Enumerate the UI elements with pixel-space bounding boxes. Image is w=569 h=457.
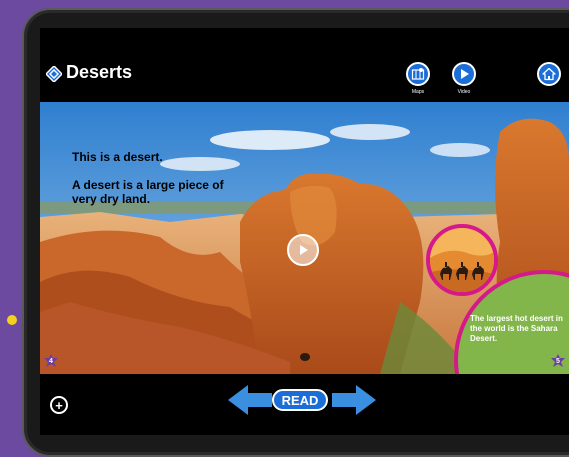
read-navigation: READ [228,381,388,421]
page-number-left-label: 4 [49,357,53,365]
desert-definition-text: A desert is a large piece of very dry la… [72,178,224,206]
home-icon [542,67,556,81]
page-number-right: 5 [551,354,565,368]
app-screen: Deserts Maps Video This is a desert. A d… [40,28,569,435]
desert-intro-text: This is a desert. [72,150,163,164]
map-icon [411,68,425,80]
play-icon [300,245,308,255]
sahara-fact-text: The largest hot desert in the world is t… [470,314,563,343]
side-indicator-dot [7,315,17,325]
home-button[interactable] [537,62,561,86]
add-button[interactable]: + [50,396,68,414]
read-button[interactable]: READ [272,389,328,411]
sahara-camels-photo [426,224,498,296]
play-icon [461,69,469,79]
camel-caravan-illustration [430,228,494,292]
audio-play-button[interactable] [287,234,319,266]
video-label: Video [457,89,471,95]
video-button[interactable] [452,62,476,86]
maps-button[interactable] [406,62,430,86]
maps-label: Maps [411,89,425,95]
page-number-right-label: 5 [556,357,560,365]
next-page-arrow-icon[interactable] [332,385,376,415]
prev-page-arrow-icon[interactable] [228,385,272,415]
page-number-left: 4 [44,354,58,368]
app-header: Deserts Maps Video [40,28,569,102]
diamond-logo-icon [46,66,62,82]
bottom-toolbar: + READ [40,374,569,435]
page-title: Deserts [66,62,133,82]
